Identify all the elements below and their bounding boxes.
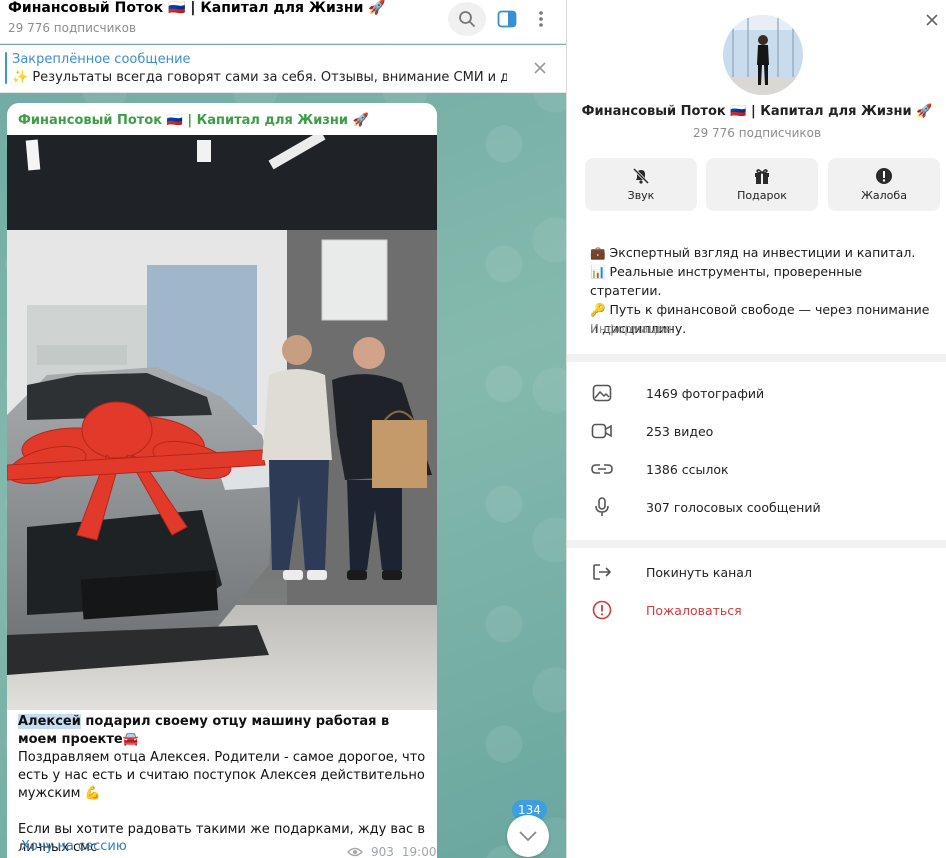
message-photo[interactable]: [7, 135, 437, 710]
avatar-image: [723, 15, 803, 95]
mute-button[interactable]: Звук: [585, 158, 697, 211]
complaint-label: Жалоба: [861, 189, 907, 202]
chat-subscriber-count: 29 776 подписчиков: [8, 21, 137, 35]
message-author[interactable]: Финансовый Поток 🇷🇺 | Капитал для Жизни …: [18, 113, 369, 128]
caption-name-highlight: Алексей: [18, 714, 81, 729]
chat-header[interactable]: Финансовый Поток 🇷🇺 | Капитал для Жизни …: [0, 0, 566, 44]
about-line: 💼 Экспертный взгляд на инвестиции и капи…: [590, 245, 916, 260]
photo-icon: [591, 382, 613, 404]
more-vertical-icon: [539, 11, 543, 27]
toggle-sidebar-button[interactable]: [488, 2, 526, 36]
channel-actions: Покинуть канал Пожаловаться: [567, 548, 946, 858]
unpin-button[interactable]: [528, 56, 552, 80]
pinned-title: Закреплённое сообщение: [12, 52, 191, 67]
close-icon: [926, 14, 938, 26]
channel-info-panel: Финансовый Поток 🇷🇺 | Капитал для Жизни …: [566, 0, 946, 858]
view-count: 903: [371, 845, 394, 858]
pinned-message-bar[interactable]: Закреплённое сообщение ✨ Результаты всег…: [0, 45, 566, 93]
video-icon: [591, 420, 613, 442]
more-menu-button[interactable]: [522, 2, 560, 36]
channel-avatar[interactable]: [723, 15, 803, 95]
search-button[interactable]: [448, 2, 486, 36]
media-row-photos[interactable]: 1469 фотографий: [567, 374, 946, 412]
report-channel-row[interactable]: Пожаловаться: [567, 591, 946, 629]
sidebar-icon: [497, 10, 517, 28]
channel-subscriber-count: 29 776 подписчиков: [692, 126, 822, 140]
link-icon: [591, 458, 613, 480]
message-meta: 903 19:00: [347, 845, 437, 858]
about-label: Информация: [590, 322, 672, 336]
close-info-button[interactable]: [920, 8, 944, 32]
complaint-button[interactable]: Жалоба: [828, 158, 940, 211]
photo-car-gift-illustration: [7, 135, 437, 710]
chat-area: Финансовый Поток 🇷🇺 | Капитал для Жизни …: [0, 0, 566, 858]
media-row-videos[interactable]: 253 видео: [567, 412, 946, 450]
microphone-icon: [591, 496, 613, 518]
media-row-links[interactable]: 1386 ссылок: [567, 450, 946, 488]
bell-off-icon: [632, 167, 650, 185]
about-line: 📊 Реальные инструменты, проверенные стра…: [590, 264, 863, 298]
channel-name: Финансовый Поток 🇷🇺 | Капитал для Жизни …: [581, 104, 933, 119]
pinned-indicator: [5, 52, 7, 84]
close-icon: [534, 62, 546, 74]
leave-icon: [591, 561, 613, 583]
message-caption: Алексей подарил своему отцу машину работ…: [18, 713, 428, 857]
gift-label: Подарок: [737, 189, 787, 202]
pinned-text: ✨ Результаты всегда говорят сами за себя…: [12, 70, 507, 85]
media-list: 1469 фотографий 253 видео 1386 ссылок 30…: [567, 362, 946, 540]
leave-channel-row[interactable]: Покинуть канал: [567, 553, 946, 591]
leave-channel-label: Покинуть канал: [646, 564, 752, 580]
report-channel-label: Пожаловаться: [646, 602, 742, 618]
channel-info-header: Финансовый Поток 🇷🇺 | Капитал для Жизни …: [567, 0, 946, 354]
media-voice-label: 307 голосовых сообщений: [646, 499, 821, 515]
eye-icon: [347, 847, 363, 857]
message-bubble[interactable]: Финансовый Поток 🇷🇺 | Капитал для Жизни …: [7, 103, 437, 858]
message-time: 19:00: [401, 845, 437, 858]
search-icon: [459, 11, 475, 27]
chat-title[interactable]: Финансовый Поток 🇷🇺 | Капитал для Жизни …: [8, 0, 386, 16]
media-row-voice[interactable]: 307 голосовых сообщений: [567, 488, 946, 526]
scroll-to-bottom-button[interactable]: [507, 815, 549, 857]
chevron-down-icon: [519, 831, 537, 841]
gift-button[interactable]: Подарок: [706, 158, 818, 211]
gift-icon: [755, 169, 769, 184]
warning-icon: [876, 168, 892, 184]
alert-circle-icon: [591, 599, 613, 621]
caption-paragraph-2: Поздравляем отца Алексея. Родители - сам…: [18, 750, 426, 801]
mute-label: Звук: [627, 189, 655, 202]
media-photos-label: 1469 фотографий: [646, 385, 765, 401]
media-videos-label: 253 видео: [646, 423, 714, 439]
session-link[interactable]: Хочу на сессию: [21, 839, 127, 854]
media-links-label: 1386 ссылок: [646, 461, 729, 477]
